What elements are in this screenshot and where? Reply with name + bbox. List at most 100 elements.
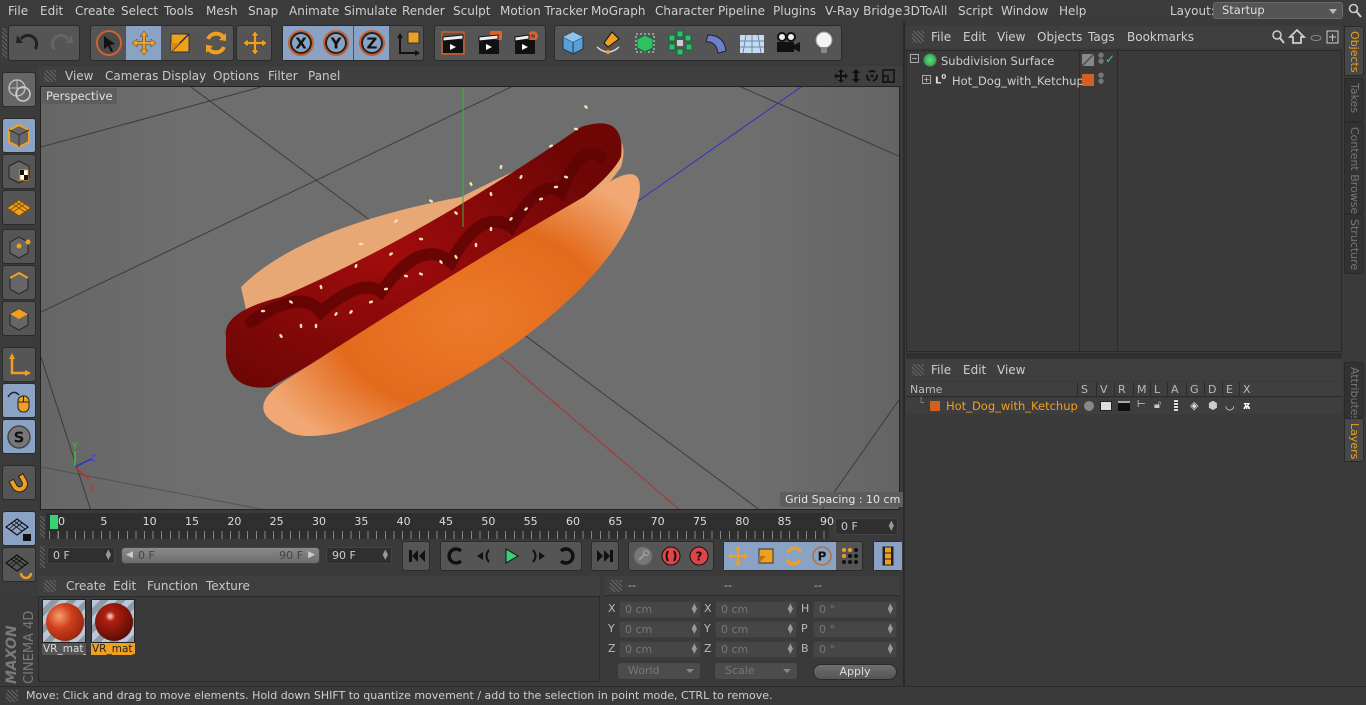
menu-3dtoall[interactable]: 3DToAll [903,4,947,18]
z-axis-lock-button[interactable]: Z [354,26,389,60]
menu-simulate[interactable]: Simulate [344,4,397,18]
position-field[interactable]: 0 cm ▲ ▼ [619,641,701,658]
position-field[interactable]: 0 cm ▲ ▼ [619,601,701,618]
object-row-hot-dog[interactable]: + L0 Hot_Dog_with_Ketchup [907,71,1084,91]
coordinate-mode-select[interactable]: World [618,663,700,679]
enabled-check-icon[interactable]: ✓ [1105,52,1115,66]
om-menu-edit[interactable]: Edit [963,30,986,44]
tweak-mode-button[interactable] [2,383,36,418]
menu-help[interactable]: Help [1059,4,1086,18]
menu-window[interactable]: Window [1001,4,1048,18]
scale-key-button[interactable] [752,542,780,570]
deformers-toggle-icon[interactable]: ⬢ [1208,399,1218,412]
menu-file[interactable]: File [8,4,28,18]
render-toggle-icon[interactable] [1118,401,1130,411]
expand-icon[interactable]: + [922,75,931,84]
layer-column-s[interactable]: S [1077,382,1088,397]
lm-menu-edit[interactable]: Edit [963,363,986,377]
move-tool-button[interactable] [126,26,161,60]
camera-button[interactable] [770,26,805,60]
next-frame-button[interactable] [525,542,553,570]
material-menu-create[interactable]: Create [66,579,106,593]
material-menu-function[interactable]: Function [147,579,198,593]
menu-motion-tracker[interactable]: Motion Tracker [500,4,588,18]
menu-mograph[interactable]: MoGraph [591,4,646,18]
snap-button[interactable] [2,465,36,500]
scale-tool-button[interactable] [162,26,197,60]
viewport-menu-panel[interactable]: Panel [308,69,340,83]
view-toggle-icon[interactable] [1100,401,1112,411]
rotation-key-button[interactable] [780,542,808,570]
lm-menu-view[interactable]: View [997,363,1025,377]
previous-frame-button[interactable] [469,542,497,570]
size-mode-select[interactable]: Scale [715,663,797,679]
om-menu-view[interactable]: View [997,30,1025,44]
material-swatch-selected[interactable]: VR_mat_ [91,599,135,655]
range-right-arrow-icon[interactable]: ▶ [308,548,315,563]
autokeying-button[interactable] [657,542,685,570]
edge-mode-button[interactable] [2,265,36,300]
render-view-button[interactable] [435,26,470,60]
layer-column-name[interactable]: Name [907,382,942,397]
cloner-button[interactable] [662,26,697,60]
visibility-toggle-icon[interactable] [1082,54,1094,66]
layer-column-v[interactable]: V [1096,382,1108,397]
go-to-start-button[interactable] [403,542,431,570]
layer-color-swatch[interactable] [930,401,940,411]
make-editable-button[interactable] [2,72,36,107]
record-active-objects-button[interactable] [629,542,657,570]
layer-column-x[interactable]: X [1239,382,1251,397]
3d-viewport[interactable]: Y X Z [40,86,900,510]
planar-workplane-button[interactable] [2,547,36,582]
tab-attributes[interactable]: Attributes [1344,362,1364,421]
layer-column-d[interactable]: D [1204,382,1216,397]
layer-column-m[interactable]: M [1133,382,1147,397]
end-frame-field[interactable]: 90 F ▲ ▼ [326,547,392,564]
point-mode-button[interactable] [2,229,36,264]
timeline-grip[interactable] [40,516,45,538]
frame-range-slider[interactable]: ◀ 0 F 90 F ▶ [121,547,320,564]
menu-script[interactable]: Script [958,4,993,18]
viewport-menu-filter[interactable]: Filter [268,69,298,83]
keyframe-selection-button[interactable]: ? [685,542,713,570]
cube-object-button[interactable] [555,26,590,60]
layer-column-g[interactable]: G [1186,382,1199,397]
menu-mesh[interactable]: Mesh [206,4,238,18]
viewport-menu-cameras[interactable]: Cameras [105,69,158,83]
om-menu-objects[interactable]: Objects [1037,30,1082,44]
layer-column-l[interactable]: L [1150,382,1160,397]
coordinates-grip[interactable] [610,580,622,592]
menu-tools[interactable]: Tools [164,4,194,18]
material-menu-texture[interactable]: Texture [206,579,250,593]
layer-column-r[interactable]: R [1114,382,1126,397]
lock-toggle-icon[interactable]: 🔓︎ [1154,398,1161,412]
tab-layers[interactable]: Layers [1344,418,1364,462]
rotate-tool-button[interactable] [198,26,233,60]
panel-divider[interactable] [903,22,905,686]
toolbar-grip[interactable] [2,28,7,58]
subdivision-surface-button[interactable] [627,26,662,60]
coordinate-system-button[interactable] [390,26,425,60]
menu-sculpt[interactable]: Sculpt [453,4,490,18]
size-field[interactable]: 0 cm ▲ ▼ [715,621,797,638]
live-selection-button[interactable] [91,26,126,60]
axis-mode-button[interactable] [2,347,36,382]
menu-plugins[interactable]: Plugins [773,4,816,18]
undo-button[interactable] [9,26,44,60]
material-grip[interactable] [44,580,56,592]
polygon-mode-button[interactable] [2,301,36,336]
om-menu-file[interactable]: File [931,30,951,44]
bend-deformer-button[interactable] [698,26,733,60]
menu-animate[interactable]: Animate [289,4,339,18]
y-axis-lock-button[interactable]: Y [318,26,353,60]
viewport-menu-display[interactable]: Display [162,69,206,83]
tab-objects[interactable]: Objects [1344,26,1364,76]
rotation-field[interactable]: 0 ° ▲ ▼ [813,641,897,658]
model-mode-button[interactable] [2,118,36,153]
menu-character[interactable]: Character [655,4,714,18]
lm-menu-file[interactable]: File [931,363,951,377]
layer-row[interactable]: └ Hot_Dog_with_Ketchup ⊢ 🔓︎ ◈ ⬢ ◡ ѫ [906,398,1342,414]
generators-toggle-icon[interactable]: ◈ [1190,399,1198,412]
om-menu-bookmarks[interactable]: Bookmarks [1127,30,1194,44]
menu-pipeline[interactable]: Pipeline [718,4,765,18]
